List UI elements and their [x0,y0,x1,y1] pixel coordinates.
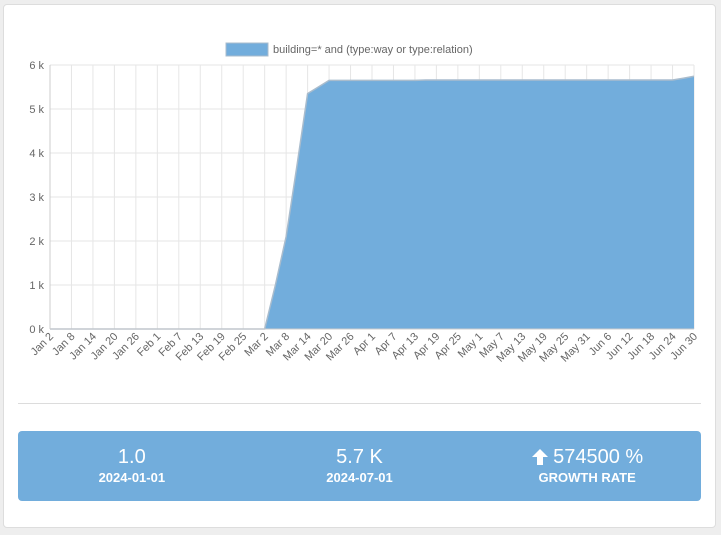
area-chart: 0 k1 k2 k3 k4 k5 k6 kJan 2Jan 8Jan 14Jan… [29,42,700,365]
stat-start-value: 1.0 [117,446,146,468]
stat-growth-value: 574500 % [553,446,644,468]
series-area [50,76,694,329]
legend-swatch [225,42,269,57]
stat-growth-label: GROWTH RATE [538,470,636,485]
x-tick-label: Feb 1 [135,331,163,359]
y-tick-label: 5 k [29,104,44,116]
y-tick-label: 4 k [29,148,44,160]
legend: building=* and (type:way or type:relatio… [225,42,473,57]
arrow-up-icon [532,449,549,465]
divider [18,403,701,404]
stat-end-label: 2024-07-01 [326,470,393,485]
stat-growth: 574500 % GROWTH RATE [473,431,701,501]
stat-start: 1.0 2024-01-01 [18,431,246,501]
stat-end: 5.7 K 2024-07-01 [246,431,474,501]
y-tick-label: 1 k [29,280,44,292]
stat-start-label: 2024-01-01 [98,470,166,485]
legend-label: building=* and (type:way or type:relatio… [273,44,473,56]
x-tick-label: Mar 2 [242,331,270,359]
y-tick-label: 0 k [29,324,44,336]
stats-panel: 1.0 2024-01-01 5.7 K 2024-07-01 574500 %… [18,431,701,501]
y-tick-label: 6 k [29,60,44,72]
y-tick-label: 3 k [29,192,44,204]
stat-end-value: 5.7 K [336,446,383,468]
chart-card: 0 k1 k2 k3 k4 k5 k6 k Jan 2 Jan 8 Jan 14 Jan… [3,4,716,528]
x-tick-label: Apr 1 [351,331,378,358]
y-tick-label: 2 k [29,236,44,248]
